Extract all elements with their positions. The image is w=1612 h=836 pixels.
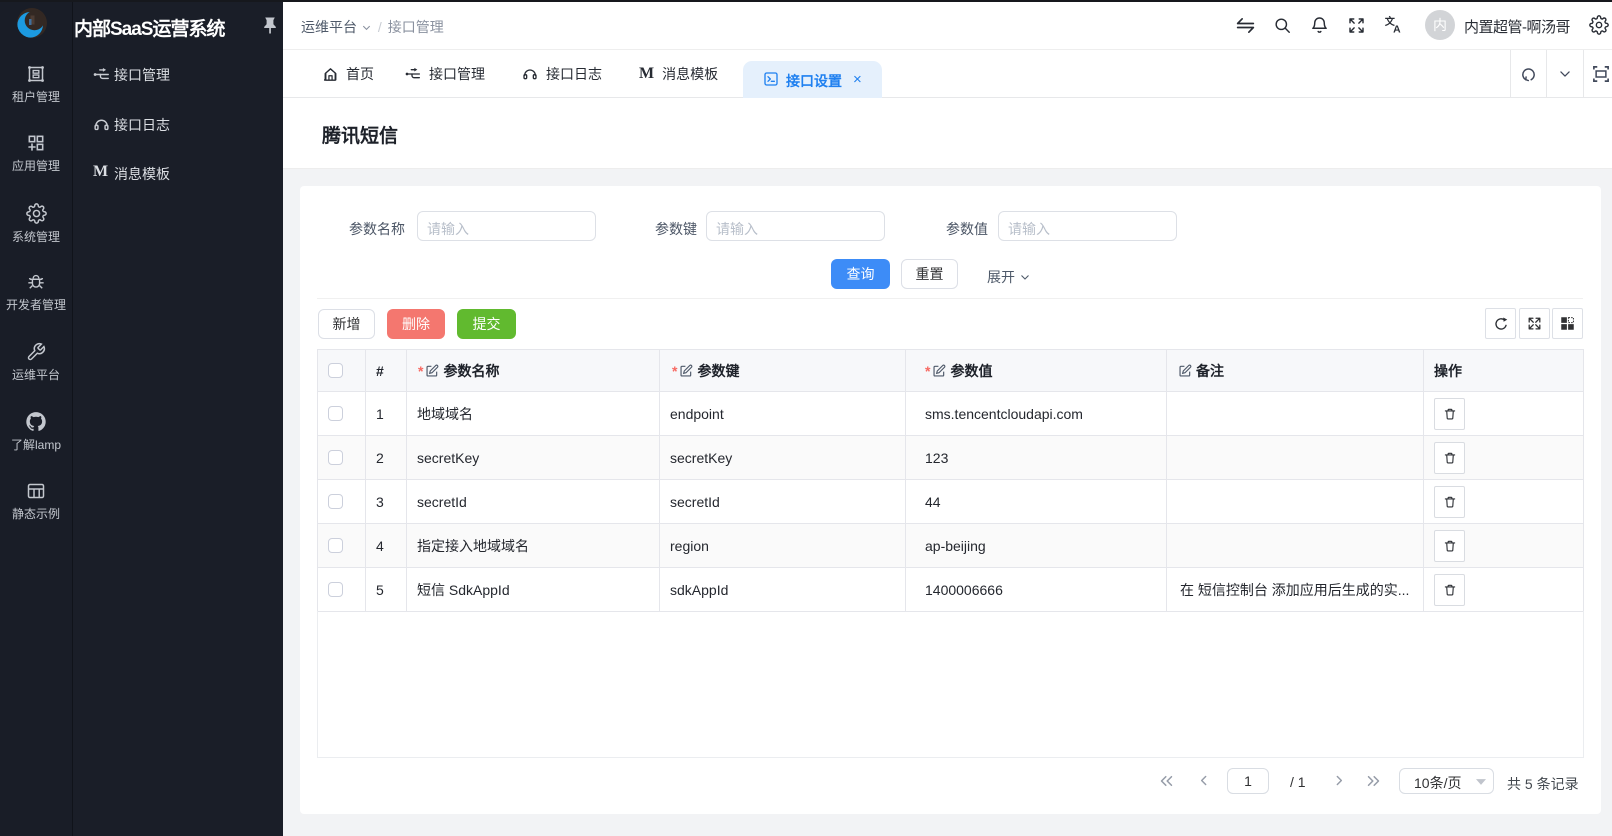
svg-text:A: A: [1393, 25, 1401, 36]
